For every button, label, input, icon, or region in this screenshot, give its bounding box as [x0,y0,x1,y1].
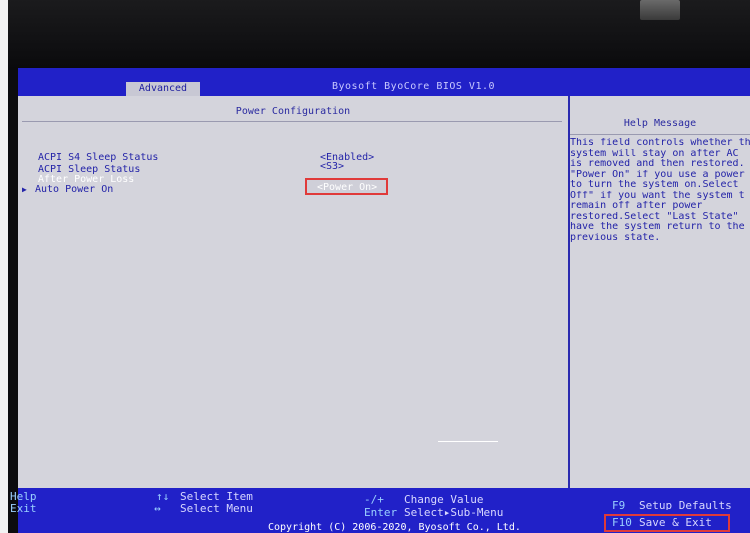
bios-screen: Advanced Byosoft ByoCore BIOS V1.0 Power… [10,68,750,533]
copyright-text: Copyright (C) 2006-2020, Byosoft Co., Lt… [268,522,521,533]
help-line: restored.Select "Last State" [570,211,739,222]
setting-label: ACPI S4 Sleep Status [38,152,159,163]
title-bar: Advanced Byosoft ByoCore BIOS V1.0 [18,68,750,96]
help-line: "Power On" if you use a power [570,169,745,180]
key-legend-footer: Help Exit ↑↓ Select Item ↔ Select Menu -… [10,488,750,533]
setting-auto-power-on[interactable]: ▶ Auto Power On [18,184,568,195]
section-divider [22,121,562,122]
help-line: is removed and then restored. [570,159,745,169]
exit-key[interactable]: Exit [10,503,37,515]
help-line: remain off after power [570,201,703,211]
plusminus-key: -/+ [364,493,384,506]
change-value-label: Change Value [404,493,484,506]
setup-defaults-label: Setup Defaults [639,500,732,510]
help-text: This field controls whether the system w… [570,138,750,243]
setting-acpi-s4-sleep-status[interactable]: ACPI S4 Sleep Status <Enabled> [18,152,568,163]
select-submenu-label: Select▸Sub-Menu [404,506,504,519]
help-line: have the system return to the [570,222,745,232]
leftright-arrows-icon: ↔ [154,502,161,515]
screen-glare [438,441,498,442]
setting-label: Auto Power On [35,184,114,195]
enter-key: Enter [364,506,398,519]
save-exit-label: Save & Exit [639,516,712,529]
photo-edge [0,0,8,533]
help-divider [570,134,750,135]
f10-key[interactable]: F10 [612,517,632,529]
setting-value[interactable]: <S3> [320,161,344,172]
help-line: Off" if you want the system t [570,190,745,201]
cable-connector [640,0,680,20]
f9-key[interactable]: F9 [612,500,625,510]
help-line: to turn the system on.Select [570,180,739,190]
select-menu-label: Select Menu [180,502,253,515]
help-line: system will stay on after AC [570,148,739,159]
section-title: Power Configuration [235,106,351,117]
tab-advanced[interactable]: Advanced [126,82,200,96]
help-line: This field controls whether the [570,138,750,148]
bios-title: Byosoft ByoCore BIOS V1.0 [332,81,496,92]
help-line: previous state. [570,232,661,243]
settings-panel: Power Configuration ACPI S4 Sleep Status… [18,96,570,488]
monitor-bezel [0,0,750,70]
content-area: Power Configuration ACPI S4 Sleep Status… [18,96,750,488]
submenu-arrow-icon: ▶ [22,185,27,194]
help-panel: Help Message This field controls whether… [570,96,750,488]
help-title: Help Message [623,118,697,129]
